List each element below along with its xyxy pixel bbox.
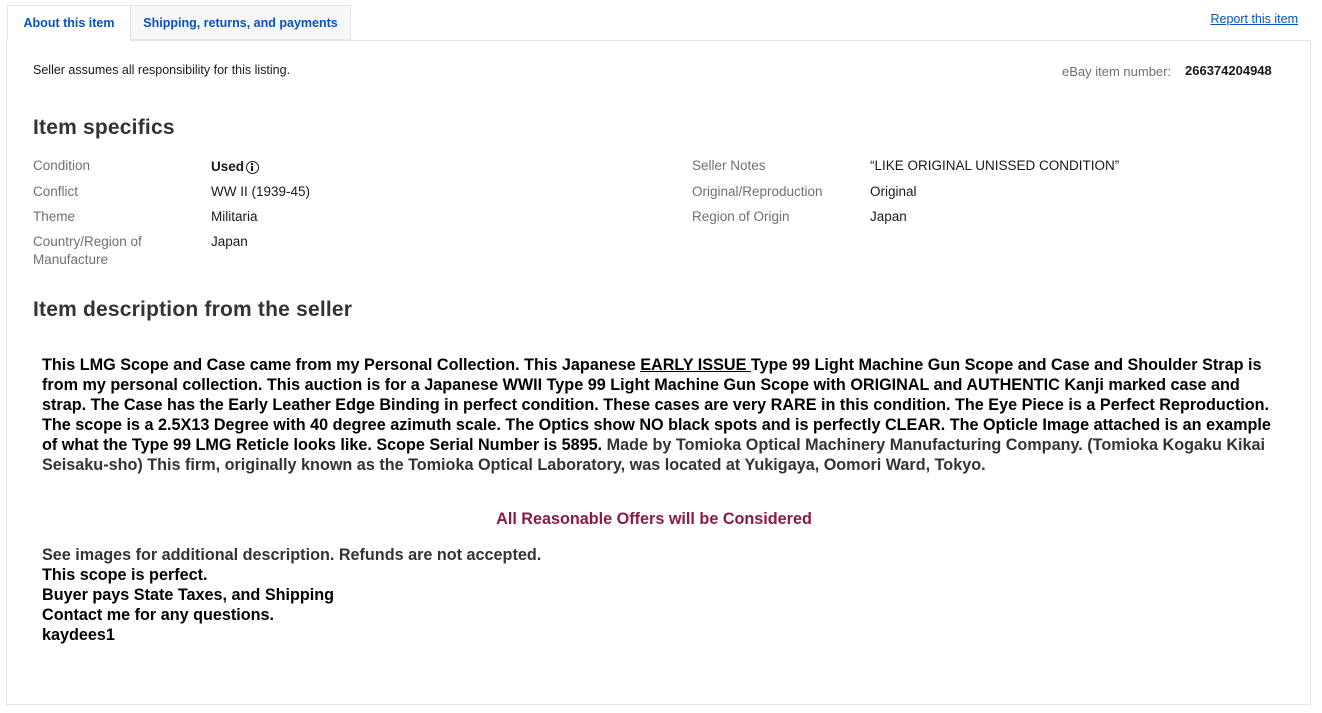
desc-line-refunds: See images for additional description. R… [42,546,542,564]
spec-value-conflict: WW II (1939-45) [211,184,311,199]
item-description-title: Item description from the seller [33,298,353,321]
seller-responsibility-note: Seller assumes all responsibility for th… [33,63,291,77]
desc-line-perfect: This scope is perfect. [42,566,208,584]
desc-early-issue: EARLY ISSUE [640,356,751,374]
item-specifics-title: Item specifics [33,116,175,139]
spec-label-region-of-origin: Region of Origin [692,209,790,224]
item-number-label: eBay item number: [1062,64,1172,79]
desc-part-1: This LMG Scope and Case came from my Per… [42,356,641,374]
spec-label-conflict: Conflict [33,184,79,199]
spec-value-country: Japan [211,234,248,249]
info-icon[interactable] [246,160,260,174]
spec-label-theme: Theme [33,209,76,224]
tab-shipping-returns-payments[interactable]: Shipping, returns, and payments [131,5,351,40]
offers-text: All Reasonable Offers will be Considered [496,510,812,528]
description-footer: See images for additional description. R… [42,545,541,645]
item-number-value: 266374204948 [1185,63,1272,78]
offers-notice: All Reasonable Offers will be Considered [0,510,1322,529]
report-item-link[interactable]: Report this item [1210,12,1298,26]
condition-value: Used [211,159,245,174]
spec-value-condition: Used [211,158,260,176]
tab-about-this-item[interactable]: About this item [7,5,131,41]
spec-label-seller-notes: Seller Notes [692,158,766,173]
spec-value-region-of-origin: Japan [870,209,907,224]
spec-value-original-reproduction: Original [870,184,917,199]
spec-label-original-reproduction: Original/Reproduction [692,184,823,199]
spec-label-condition: Condition [33,158,91,173]
seller-description-paragraph: This LMG Scope and Case came from my Per… [42,355,1282,475]
spec-value-seller-notes: “LIKE ORIGINAL UNISSED CONDITION” [870,158,1120,173]
desc-line-signature: kaydees1 [42,626,115,644]
desc-line-taxes: Buyer pays State Taxes, and Shipping [42,586,335,604]
spec-value-theme: Militaria [211,209,258,224]
desc-line-contact: Contact me for any questions. [42,606,275,624]
spec-label-country: Country/Region of Manufacture [33,234,142,267]
